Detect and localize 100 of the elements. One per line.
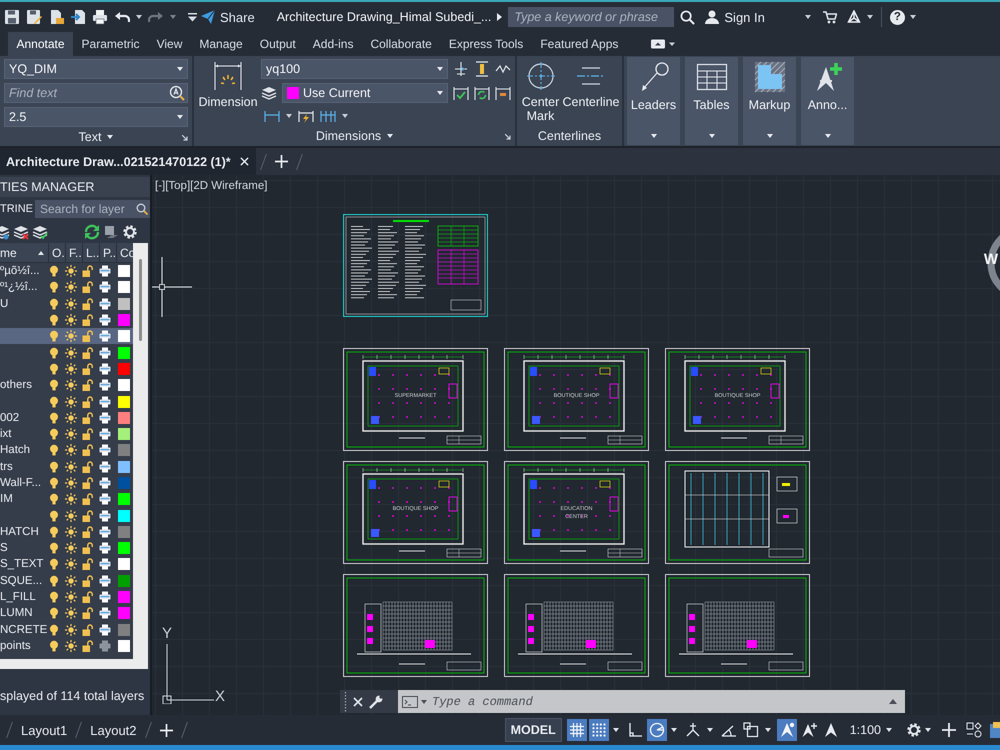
printer-icon[interactable] [99, 493, 111, 506]
color-swatch-icon[interactable] [118, 640, 130, 652]
elevation-drawing[interactable] [343, 574, 488, 677]
dimension-bar-icon[interactable] [474, 61, 490, 77]
column-header[interactable]: F.. [65, 243, 82, 262]
sun-icon[interactable] [65, 624, 77, 636]
triangle-nodes-icon[interactable] [846, 10, 861, 24]
floor-plan-drawing[interactable] [343, 348, 488, 451]
printer-icon[interactable] [99, 558, 111, 570]
printer-icon[interactable] [99, 428, 111, 440]
panel-title[interactable]: Centerlines [538, 129, 602, 143]
lightbulb-icon[interactable] [48, 396, 60, 408]
caret-icon[interactable] [764, 728, 771, 732]
lightbulb-icon[interactable] [48, 624, 60, 636]
terminal-icon[interactable] [402, 696, 418, 708]
lightbulb-icon[interactable] [48, 412, 60, 424]
printer-icon[interactable] [99, 542, 111, 554]
color-swatch-icon[interactable] [118, 477, 130, 489]
undo-icon[interactable] [114, 9, 130, 25]
caret-icon[interactable] [342, 114, 348, 118]
cover-sheet-drawing[interactable] [343, 214, 488, 317]
dimension-layer-dropdown[interactable]: Use Current [282, 83, 448, 103]
unlocked-padlock-icon[interactable] [82, 558, 94, 570]
layer-row[interactable]: others [0, 377, 133, 394]
sun-icon[interactable] [65, 477, 77, 489]
document-icon[interactable] [48, 9, 64, 25]
unlocked-padlock-icon[interactable] [82, 379, 94, 392]
printer-icon[interactable] [99, 591, 111, 604]
layer-row[interactable]: S_TEXT [0, 556, 133, 573]
unlocked-padlock-icon[interactable] [82, 298, 94, 310]
printer-icon[interactable] [99, 265, 111, 278]
column-header[interactable]: L.. [82, 243, 99, 262]
plus-icon[interactable] [160, 724, 173, 736]
customize-menu-icon[interactable] [188, 12, 197, 22]
dimension-text-icon[interactable] [495, 85, 511, 101]
color-swatch-icon[interactable] [118, 542, 130, 554]
table-panel-button[interactable]: Tables [685, 57, 738, 145]
unlocked-padlock-icon[interactable] [82, 574, 94, 587]
color-swatch-icon[interactable] [118, 412, 130, 424]
lightbulb-icon[interactable] [48, 379, 60, 392]
command-field[interactable]: Type a command [398, 690, 905, 713]
ribbon-tab[interactable]: Add-ins [304, 32, 362, 56]
cart-icon[interactable] [822, 10, 837, 24]
search-field[interactable]: Type a keyword or phrase [508, 7, 674, 27]
leader-panel-button[interactable]: Leaders [627, 57, 680, 145]
text-height-dropdown[interactable]: 2.5 [4, 107, 188, 127]
ribbon-tab[interactable]: Annotate [8, 32, 74, 56]
find-text-field[interactable]: Find text [4, 83, 188, 103]
column-header[interactable]: me [0, 246, 38, 260]
lightbulb-icon[interactable] [48, 477, 60, 489]
color-swatch-icon[interactable] [118, 314, 130, 326]
color-swatch-icon[interactable] [118, 428, 130, 440]
sun-icon[interactable] [65, 510, 77, 522]
viewport-controls-label[interactable]: [-][Top][2D Wireframe] [155, 180, 268, 192]
printer-icon[interactable] [99, 460, 111, 473]
lightbulb-icon[interactable] [48, 265, 60, 278]
ribbon-tab[interactable]: Collaborate [362, 32, 440, 56]
layout-tab[interactable]: Layout1 [17, 718, 72, 742]
ribbon-tab[interactable]: Output [251, 32, 304, 56]
floor-plan-drawing[interactable] [343, 461, 488, 564]
printer-icon[interactable] [99, 624, 111, 636]
unlocked-padlock-icon[interactable] [82, 542, 94, 554]
unlocked-padlock-icon[interactable] [82, 640, 94, 652]
caret-icon[interactable] [136, 15, 142, 19]
color-swatch-icon[interactable] [118, 558, 130, 570]
unlocked-padlock-icon[interactable] [82, 607, 94, 620]
lightbulb-icon[interactable] [48, 330, 60, 342]
layer-row[interactable]: 002 [0, 410, 133, 426]
lightbulb-icon[interactable] [48, 591, 60, 604]
find-icon[interactable] [169, 85, 185, 101]
sun-icon[interactable] [65, 607, 77, 620]
search-icon[interactable] [680, 10, 696, 24]
annotation-plus-panel-button[interactable]: Anno... [801, 57, 854, 145]
layer-row[interactable]: LUMN [0, 605, 133, 622]
panel-title[interactable]: Dimensions [316, 129, 394, 143]
unlocked-padlock-icon[interactable] [82, 510, 94, 522]
expand-arrow-icon[interactable] [497, 13, 502, 21]
caret-icon[interactable] [866, 15, 873, 19]
layer-row[interactable]: Hatch [0, 442, 133, 459]
ribbon-tab[interactable]: Parametric [73, 32, 148, 56]
caret-icon[interactable] [804, 15, 811, 19]
sun-icon[interactable] [65, 591, 77, 604]
sun-icon[interactable] [65, 330, 77, 342]
unlocked-padlock-icon[interactable] [82, 444, 94, 456]
dialog-launcher-icon[interactable] [505, 134, 511, 140]
printer-icon[interactable] [99, 510, 111, 522]
print-icon[interactable] [92, 9, 108, 25]
color-swatch-icon[interactable] [118, 265, 130, 278]
caret-icon[interactable] [910, 15, 916, 19]
lightbulb-icon[interactable] [48, 281, 60, 294]
sun-icon[interactable] [65, 558, 77, 570]
sun-icon[interactable] [65, 412, 77, 424]
sun-icon[interactable] [65, 281, 77, 294]
unlocked-padlock-icon[interactable] [82, 362, 94, 375]
caret-icon[interactable] [706, 728, 713, 732]
unlocked-padlock-icon[interactable] [82, 346, 94, 359]
floor-plan-drawing[interactable] [504, 461, 649, 564]
layer-row[interactable]: L_FILL [0, 588, 133, 606]
printer-icon[interactable] [99, 607, 111, 620]
caret-icon[interactable] [670, 728, 677, 732]
